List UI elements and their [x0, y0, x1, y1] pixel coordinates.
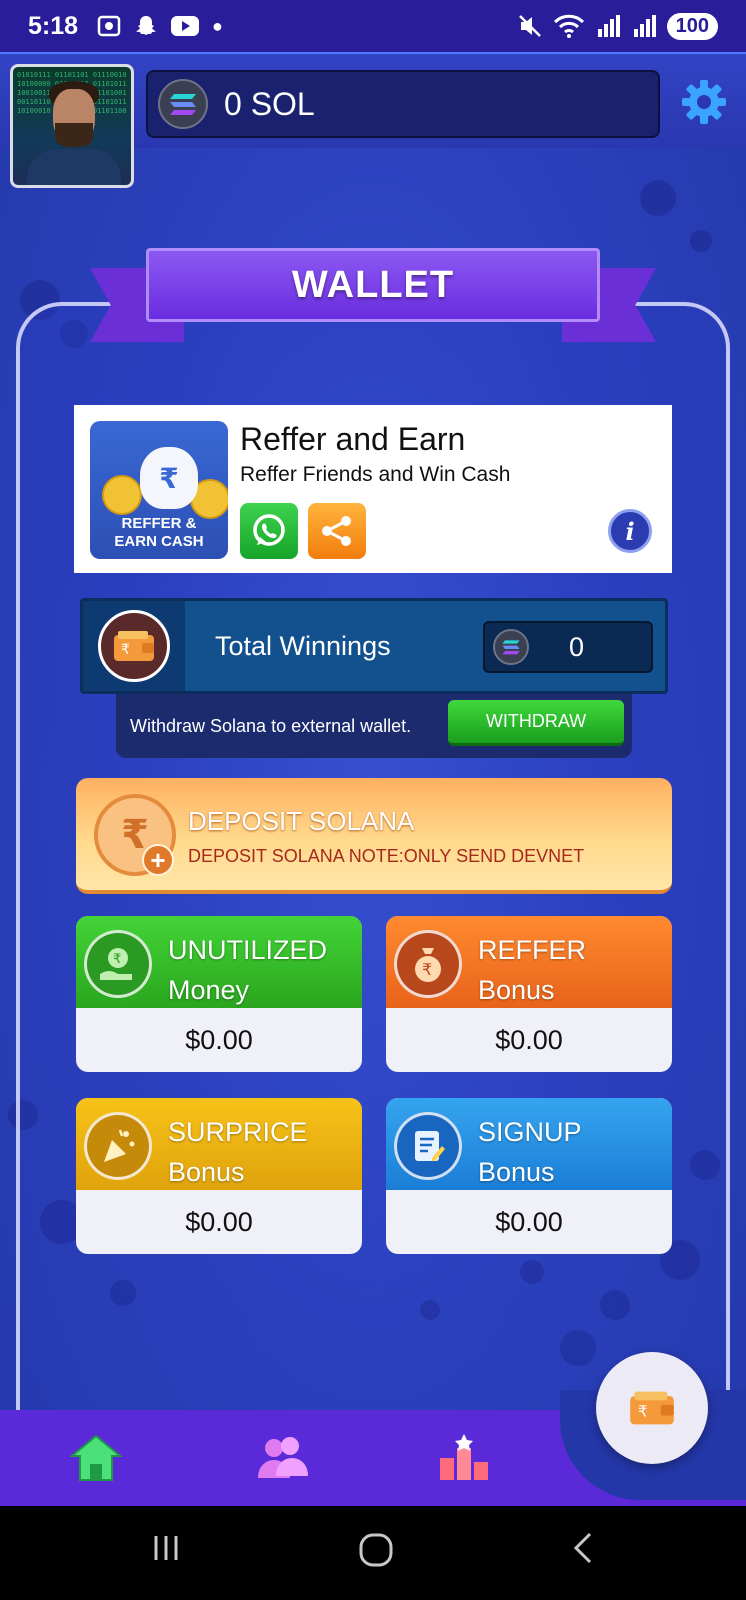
- share-button[interactable]: [308, 503, 366, 559]
- deposit-solana-button[interactable]: ₹ + DEPOSIT SOLANA DEPOSIT SOLANA NOTE:O…: [76, 778, 672, 894]
- money-bag-icon: ₹: [394, 930, 462, 998]
- recent-apps-icon[interactable]: [148, 1530, 184, 1566]
- youtube-icon: [171, 16, 200, 36]
- svg-text:₹: ₹: [638, 1403, 648, 1421]
- tile-value: $0.00: [185, 1207, 253, 1237]
- mute-icon: [518, 15, 541, 37]
- status-time: 5:18: [28, 11, 79, 40]
- refer-earn-image: ₹ REFFER & EARN CASH: [90, 421, 228, 559]
- tile-value: $0.00: [495, 1207, 563, 1237]
- total-winnings-value: 0: [569, 631, 585, 662]
- signal-icon: [597, 15, 620, 37]
- status-bar: 5:18 ● 100: [0, 0, 746, 52]
- whatsapp-share-button[interactable]: [240, 503, 298, 559]
- unutilized-money-tile[interactable]: ₹ UNUTILIZED Money $0.00: [76, 916, 362, 1072]
- deposit-note: DEPOSIT SOLANA NOTE:ONLY SEND DEVNET: [188, 846, 585, 866]
- refer-title: Reffer and Earn: [240, 421, 466, 457]
- signup-bonus-tile[interactable]: SIGNUP Bonus $0.00: [386, 1098, 672, 1254]
- svg-text:₹: ₹: [121, 642, 130, 658]
- home-button-icon[interactable]: [356, 1530, 396, 1570]
- withdraw-bar: Withdraw Solana to external wallet. WITH…: [116, 694, 632, 758]
- tile-label-line2: Money: [168, 975, 250, 1005]
- total-winnings-label: Total Winnings: [215, 631, 391, 661]
- refer-earn-card[interactable]: ₹ REFFER & EARN CASH Reffer and Earn Ref…: [74, 405, 672, 573]
- refer-image-label-2: EARN CASH: [114, 533, 204, 550]
- friends-icon[interactable]: [254, 1432, 310, 1484]
- gear-icon[interactable]: [680, 78, 728, 126]
- avatar[interactable]: 01010111 01101101 01110010 10100000 0101…: [10, 64, 134, 188]
- signal-icon: [633, 15, 656, 37]
- svg-text:₹: ₹: [113, 952, 121, 967]
- tile-label-line1: UNUTILIZED: [168, 935, 328, 965]
- total-winnings-card: ₹ Total Winnings 0: [80, 598, 668, 694]
- reffer-bonus-tile[interactable]: ₹ REFFER Bonus $0.00: [386, 916, 672, 1072]
- refer-image-label-1: REFFER &: [121, 515, 197, 532]
- money-hand-icon: ₹: [84, 930, 152, 998]
- signup-form-icon: [394, 1112, 462, 1180]
- svg-text:₹: ₹: [422, 960, 432, 979]
- solana-icon: [158, 79, 208, 129]
- deposit-title: DEPOSIT SOLANA: [188, 806, 415, 836]
- battery-indicator: 100: [666, 12, 718, 40]
- screenshot-icon: [97, 15, 121, 37]
- withdraw-description: Withdraw Solana to external wallet.: [130, 716, 412, 736]
- refer-subtitle: Reffer Friends and Win Cash: [240, 463, 511, 486]
- leaderboard-icon[interactable]: [436, 1432, 492, 1484]
- wifi-icon: [553, 14, 584, 38]
- sol-balance: 0 SOL: [224, 85, 315, 122]
- plus-icon: +: [142, 844, 174, 876]
- whatsapp-icon: [253, 514, 285, 546]
- tile-label-line2: Bonus: [478, 1157, 555, 1187]
- solana-icon: [493, 629, 529, 665]
- withdraw-button[interactable]: WITHDRAW: [448, 700, 624, 746]
- info-icon[interactable]: i: [608, 509, 652, 553]
- share-icon: [322, 516, 351, 546]
- tile-value: $0.00: [495, 1025, 563, 1055]
- notification-dot-icon: ●: [212, 15, 223, 36]
- page-title: WALLET: [146, 248, 600, 322]
- surprice-bonus-tile[interactable]: SURPRICE Bonus $0.00: [76, 1098, 362, 1254]
- snapchat-icon: [136, 16, 157, 35]
- back-icon[interactable]: [568, 1530, 598, 1566]
- wallet-icon: ₹: [630, 1391, 674, 1425]
- wallet-icon: ₹: [98, 610, 170, 682]
- home-icon[interactable]: [68, 1432, 124, 1484]
- wallet-tab-button[interactable]: ₹: [596, 1352, 708, 1464]
- tile-label-line1: REFFER: [478, 935, 586, 965]
- tile-value: $0.00: [185, 1025, 253, 1055]
- system-nav-bar: [0, 1506, 746, 1600]
- tile-label-line2: Bonus: [168, 1157, 245, 1187]
- money-bag-icon: ₹: [140, 447, 198, 509]
- balance-display: 0 SOL: [146, 70, 660, 138]
- total-winnings-value-box: 0: [483, 621, 653, 673]
- tile-label-line2: Bonus: [478, 975, 555, 1005]
- tile-label-line1: SURPRICE: [168, 1117, 308, 1147]
- top-header: 01010111 01101101 01110010 10100000 0101…: [0, 52, 746, 188]
- party-popper-icon: [84, 1112, 152, 1180]
- tile-label-line1: SIGNUP: [478, 1117, 582, 1147]
